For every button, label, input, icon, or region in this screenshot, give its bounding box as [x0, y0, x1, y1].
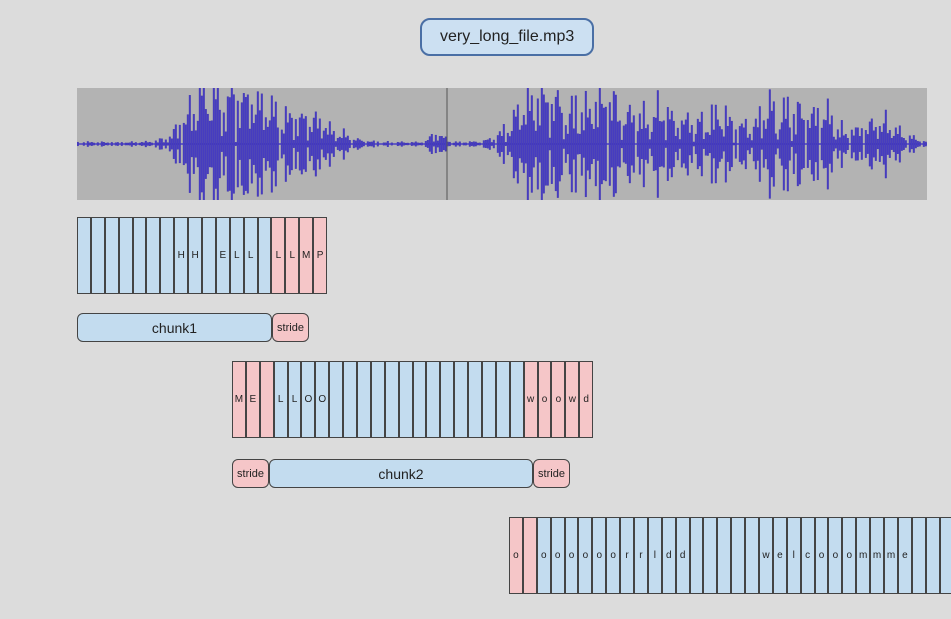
waveform-display: [77, 88, 927, 200]
chunk1-token-row: HHELLLLMP: [77, 217, 327, 294]
chunk3-token-row: ooooooorrlddwelcooommme: [509, 517, 951, 594]
token-cell: e: [773, 517, 787, 594]
token-cell: [454, 361, 468, 438]
chunk2-token-row: MELLOOwoowd: [232, 361, 593, 438]
filename-badge: very_long_file.mp3: [420, 18, 594, 56]
token-cell: w: [524, 361, 538, 438]
token-cell: o: [551, 361, 565, 438]
token-cell: o: [538, 361, 552, 438]
token-cell: L: [285, 217, 299, 294]
token-cell: H: [188, 217, 202, 294]
token-cell: M: [299, 217, 313, 294]
token-cell: d: [662, 517, 676, 594]
token-cell: [745, 517, 759, 594]
token-cell: [468, 361, 482, 438]
token-cell: [912, 517, 926, 594]
token-cell: [91, 217, 105, 294]
token-cell: M: [232, 361, 246, 438]
token-cell: E: [216, 217, 230, 294]
token-cell: [329, 361, 343, 438]
token-cell: l: [648, 517, 662, 594]
chunk-label: chunk1: [77, 313, 272, 342]
token-cell: o: [842, 517, 856, 594]
token-cell: H: [174, 217, 188, 294]
token-cell: d: [579, 361, 593, 438]
token-cell: [105, 217, 119, 294]
token-cell: [343, 361, 357, 438]
token-cell: o: [551, 517, 565, 594]
token-cell: o: [565, 517, 579, 594]
token-cell: o: [578, 517, 592, 594]
token-cell: o: [606, 517, 620, 594]
token-cell: [510, 361, 524, 438]
token-cell: [385, 361, 399, 438]
token-cell: [731, 517, 745, 594]
token-cell: [133, 217, 147, 294]
token-cell: m: [884, 517, 898, 594]
token-cell: [77, 217, 91, 294]
token-cell: E: [246, 361, 260, 438]
chunk-label: stride: [232, 459, 269, 488]
token-cell: [413, 361, 427, 438]
token-cell: r: [620, 517, 634, 594]
token-cell: [926, 517, 940, 594]
token-cell: m: [856, 517, 870, 594]
token-cell: [496, 361, 510, 438]
token-cell: w: [565, 361, 579, 438]
token-cell: [717, 517, 731, 594]
token-cell: [260, 361, 274, 438]
token-cell: L: [274, 361, 288, 438]
token-cell: r: [634, 517, 648, 594]
waveform-svg: [77, 88, 927, 200]
token-cell: [119, 217, 133, 294]
chunk-label: stride: [533, 459, 570, 488]
token-cell: [357, 361, 371, 438]
token-cell: [482, 361, 496, 438]
token-cell: o: [828, 517, 842, 594]
token-cell: [940, 517, 951, 594]
token-cell: L: [244, 217, 258, 294]
token-cell: c: [801, 517, 815, 594]
token-cell: [440, 361, 454, 438]
chunk1-label-row: chunk1stride: [77, 313, 309, 342]
token-cell: [371, 361, 385, 438]
token-cell: [703, 517, 717, 594]
token-cell: [690, 517, 704, 594]
token-cell: O: [301, 361, 315, 438]
token-cell: P: [313, 217, 327, 294]
token-cell: d: [676, 517, 690, 594]
token-cell: L: [230, 217, 244, 294]
token-cell: m: [870, 517, 884, 594]
token-cell: l: [787, 517, 801, 594]
token-cell: [160, 217, 174, 294]
token-cell: e: [898, 517, 912, 594]
token-cell: [399, 361, 413, 438]
token-cell: o: [592, 517, 606, 594]
token-cell: [523, 517, 537, 594]
token-cell: L: [271, 217, 285, 294]
chunk-label: stride: [272, 313, 309, 342]
chunk2-label-row: stridechunk2stride: [232, 459, 570, 488]
token-cell: [426, 361, 440, 438]
token-cell: o: [537, 517, 551, 594]
token-cell: O: [315, 361, 329, 438]
token-cell: [258, 217, 272, 294]
token-cell: o: [815, 517, 829, 594]
token-cell: o: [509, 517, 523, 594]
token-cell: L: [288, 361, 302, 438]
token-cell: [202, 217, 216, 294]
chunk-label: chunk2: [269, 459, 533, 488]
filename-text: very_long_file.mp3: [440, 28, 574, 45]
token-cell: [146, 217, 160, 294]
token-cell: w: [759, 517, 773, 594]
